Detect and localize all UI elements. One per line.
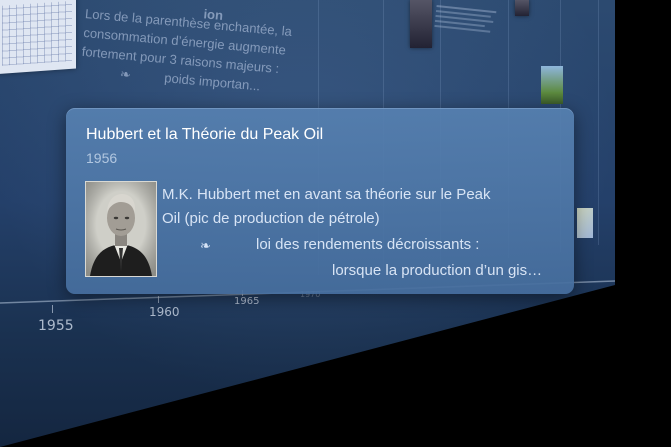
- event-title: Hubbert et la Théorie du Peak Oil: [86, 126, 324, 143]
- event-bullet-text: loi des rendements décroissants :: [256, 236, 480, 253]
- year-label-1965: 1965: [234, 296, 260, 307]
- event-body-line-1: M.K. Hubbert met en avant sa théorie sur…: [162, 186, 491, 203]
- year-tick: [158, 296, 159, 303]
- event-bullet-continuation: lorsque la production d’un gis…: [332, 262, 543, 279]
- event-year: 1956: [86, 150, 118, 166]
- year-label-1955: 1955: [38, 318, 74, 334]
- event-popup-card[interactable]: Hubbert et la Théorie du Peak Oil 1956 M…: [66, 108, 574, 294]
- year-tick: [52, 305, 53, 313]
- fleuron-icon: ❧: [200, 238, 211, 253]
- year-label-1960: 1960: [149, 305, 180, 319]
- hubbert-portrait[interactable]: [85, 181, 157, 277]
- event-body-line-2: Oil (pic de production de pétrole): [162, 210, 380, 227]
